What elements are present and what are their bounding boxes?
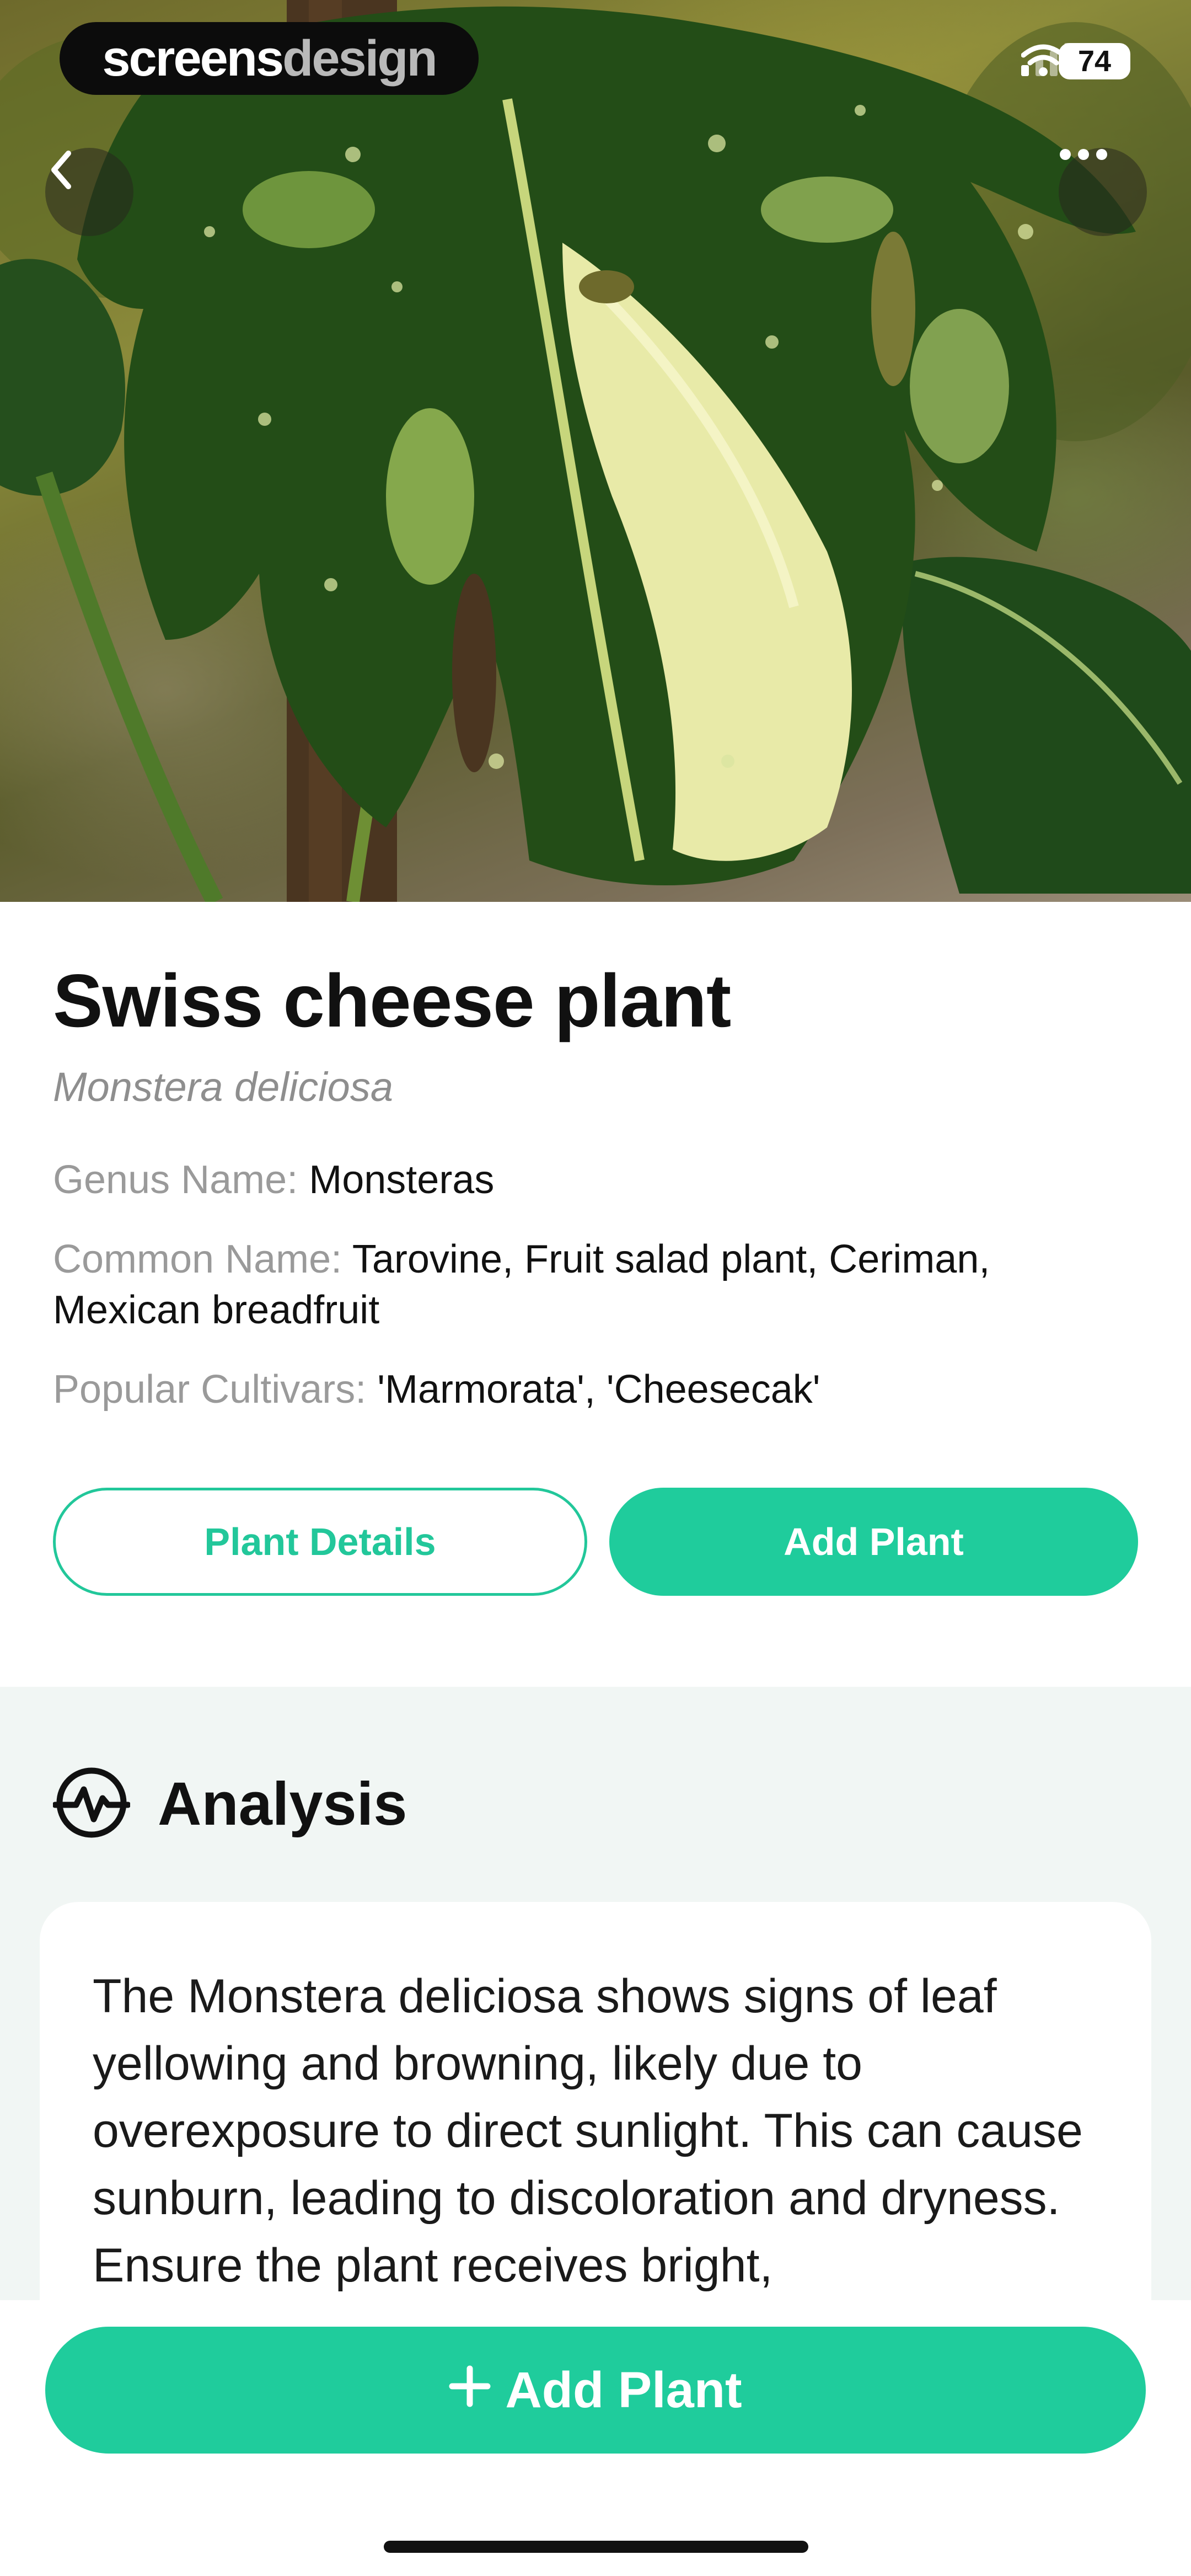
plant-name: Swiss cheese plant bbox=[53, 959, 731, 1043]
common-name-label: Common Name: bbox=[53, 1237, 342, 1281]
plant-info: Swiss cheese plant Monstera deliciosa Ge… bbox=[53, 959, 1145, 1415]
scientific-name: Monstera deliciosa bbox=[53, 1063, 393, 1110]
analysis-text: The Monstera deliciosa shows signs of le… bbox=[93, 1970, 1083, 2292]
genus-value: Monsteras bbox=[309, 1157, 495, 1202]
cultivars-value: 'Marmorata', 'Cheesecak' bbox=[377, 1367, 820, 1412]
plant-photo: screens design 74 bbox=[0, 0, 1191, 902]
plant-details-button[interactable]: Plant Details bbox=[53, 1488, 587, 1596]
analysis-title: Analysis bbox=[158, 1770, 407, 1838]
plant-details-label: Plant Details bbox=[204, 1520, 436, 1563]
analysis-header: Analysis bbox=[52, 1764, 407, 1844]
status-bar: 74 bbox=[1021, 43, 1130, 79]
watermark-logo: screens design bbox=[60, 22, 479, 95]
cultivars-label: Popular Cultivars: bbox=[53, 1367, 367, 1412]
battery-level: 74 bbox=[1077, 45, 1112, 78]
cultivars-row: Popular Cultivars: 'Marmorata', 'Cheesec… bbox=[53, 1364, 1145, 1415]
bottom-bar: Add Plant bbox=[0, 2300, 1191, 2576]
plant-illustration bbox=[0, 0, 1191, 902]
genus-label: Genus Name: bbox=[53, 1157, 298, 1202]
plus-icon bbox=[449, 2361, 491, 2419]
back-button[interactable] bbox=[45, 148, 133, 236]
home-indicator bbox=[384, 2541, 808, 2553]
more-button[interactable] bbox=[1059, 148, 1147, 236]
common-name-row: Common Name: Tarovine, Fruit salad plant… bbox=[53, 1234, 1145, 1335]
watermark-part1: screens bbox=[102, 30, 284, 87]
genus-row: Genus Name: Monsteras bbox=[53, 1155, 1145, 1205]
watermark-part2: design bbox=[282, 30, 437, 87]
add-plant-button[interactable]: Add Plant bbox=[609, 1488, 1138, 1596]
bottom-add-plant-label: Add Plant bbox=[505, 2361, 742, 2418]
add-plant-label: Add Plant bbox=[784, 1520, 964, 1563]
action-buttons: Plant Details Add Plant bbox=[53, 1488, 1138, 1596]
pulse-icon bbox=[52, 1764, 131, 1844]
bottom-add-plant-button[interactable]: Add Plant bbox=[45, 2327, 1146, 2454]
